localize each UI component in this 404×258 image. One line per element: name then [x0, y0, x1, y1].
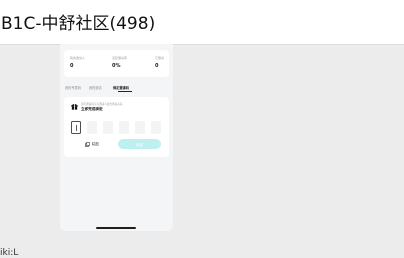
gift-icon: [71, 104, 78, 110]
stat-label: 已邀请: [155, 56, 165, 60]
mobile-preview: 我的邀请人 0 活跃邀请率 0% 已邀请 0 我的专属码 我的邀请 绑定邀请码 …: [60, 44, 173, 231]
window-title: B1C-中舒社区(498): [1, 14, 156, 34]
bind-button[interactable]: 绑定: [118, 139, 161, 149]
paste-button[interactable]: 粘贴: [72, 139, 112, 149]
window-titlebar: B1C-中舒社区(498): [0, 0, 404, 45]
tab-my-code[interactable]: 我的专属码: [65, 85, 81, 90]
stat-inviter: 我的邀请人 0: [70, 56, 85, 69]
bind-hint: 填写邀请码可与邀请人建立邀请关系: [81, 103, 123, 106]
stats-card: 我的邀请人 0 活跃邀请率 0% 已邀请 0: [64, 50, 169, 77]
bind-invite-card: 填写邀请码可与邀请人建立邀请关系 立即完成绑定 粘贴 绑定: [64, 97, 169, 157]
bind-label: 绑定: [136, 142, 143, 147]
tab-my-invites[interactable]: 我的邀请: [89, 85, 102, 90]
stat-label: 活跃邀请率: [112, 56, 128, 60]
stat-label: 我的邀请人: [70, 56, 86, 60]
code-input-box[interactable]: [71, 121, 81, 134]
tab-active-indicator: [118, 91, 132, 92]
stat-value: 0: [70, 63, 74, 69]
code-input-box[interactable]: [103, 121, 113, 134]
home-indicator: [96, 227, 136, 229]
copy-icon: [85, 141, 90, 147]
code-input-box[interactable]: [135, 121, 145, 134]
code-input-box[interactable]: [119, 121, 129, 134]
text-cursor: [76, 125, 77, 131]
bind-title: 立即完成绑定: [81, 107, 103, 111]
code-input-box[interactable]: [151, 121, 161, 134]
stat-invited: 已邀请 0: [155, 56, 164, 69]
bottom-partial-text: iki:L: [0, 248, 19, 258]
paste-label: 粘贴: [91, 141, 100, 146]
stat-active-rate: 活跃邀请率 0%: [112, 56, 127, 69]
stat-value: 0%: [112, 63, 121, 69]
stat-value: 0: [155, 63, 159, 69]
tab-bind-code[interactable]: 绑定邀请码: [113, 85, 129, 90]
code-input-box[interactable]: [87, 121, 97, 134]
